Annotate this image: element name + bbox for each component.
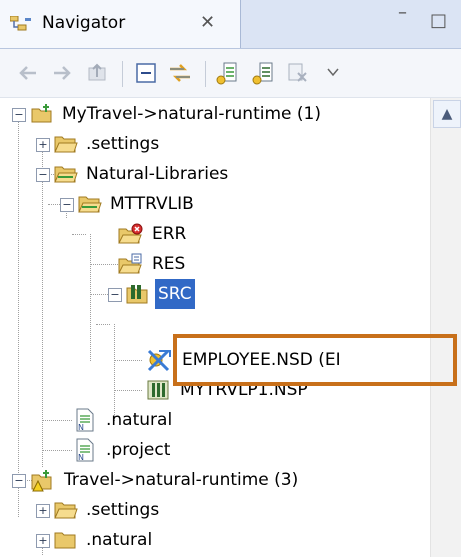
- navigator-icon: [10, 16, 31, 31]
- navigator-view: Navigator ✕ – □ − MyTravel->natural-runt…: [0, 0, 461, 557]
- source-folder-icon: [126, 285, 148, 304]
- tree-item-label: RES: [152, 254, 186, 274]
- tree-item-label: Travel->natural-runtime (3): [64, 470, 299, 490]
- collapse-toggle[interactable]: −: [12, 474, 26, 488]
- tree-item-mytravel-project[interactable]: − MyTravel->natural-runtime (1): [0, 99, 430, 129]
- expand-toggle[interactable]: +: [36, 534, 50, 548]
- tree-item-settings[interactable]: + .settings: [0, 129, 430, 159]
- tree-item-natural-libraries[interactable]: − Natural-Libraries: [0, 159, 430, 189]
- resource-folder-icon: [118, 253, 142, 274]
- svg-text:N: N: [78, 423, 84, 432]
- collapse-toggle[interactable]: −: [12, 108, 26, 122]
- folder-icon: [54, 502, 78, 519]
- tree-item-label: MYTRVLP1.NSP: [180, 380, 308, 400]
- filter-icon[interactable]: [284, 59, 312, 87]
- tree-item-employee-nsd[interactable]: EMPLOYEE.NSD (EI: [0, 345, 430, 375]
- tree-item-mytrvlp1[interactable]: MYTRVLP1.NSP: [0, 375, 430, 405]
- tree-item-label: SRC: [155, 279, 195, 309]
- back-icon[interactable]: [14, 59, 42, 87]
- tree-item-label: ERR: [152, 224, 187, 244]
- tree-item-label: .project: [106, 440, 171, 460]
- view-toolbar: [0, 49, 461, 98]
- minimize-icon[interactable]: –: [398, 2, 407, 23]
- tree-item-label: .settings: [86, 500, 160, 520]
- folder-icon: [54, 532, 76, 549]
- svg-text:N: N: [78, 453, 84, 462]
- program-icon: [147, 380, 169, 400]
- forward-icon[interactable]: [48, 59, 76, 87]
- error-folder-icon: [118, 223, 143, 244]
- new-source-icon[interactable]: [214, 59, 242, 87]
- tree-item-err[interactable]: ERR: [0, 219, 430, 249]
- collapse-toggle[interactable]: −: [60, 198, 74, 212]
- tree-item-label: EMPLOYEE.NSD (EI: [182, 350, 341, 370]
- tree-item-label: MTTRVLIB: [110, 194, 194, 214]
- natural-file-icon: N: [76, 408, 94, 432]
- view-header: Navigator ✕ – □: [0, 0, 461, 49]
- link-with-editor-icon[interactable]: [166, 59, 194, 87]
- collapse-toggle[interactable]: −: [36, 168, 50, 182]
- folder-open-icon: [54, 166, 78, 183]
- maximize-icon[interactable]: □: [430, 10, 447, 31]
- natural-project-icon: [31, 104, 52, 123]
- vertical-scrollbar[interactable]: ▲: [430, 98, 461, 557]
- tree-item-label: .natural: [86, 530, 153, 550]
- tree-item-natural-file[interactable]: N .natural: [0, 405, 430, 435]
- library-folder-icon: [78, 196, 102, 213]
- tree-item-res[interactable]: RES: [0, 249, 430, 279]
- navigator-tab[interactable]: Navigator ✕: [0, 0, 241, 48]
- folder-icon: [54, 136, 78, 153]
- tree-item-travel-project[interactable]: − Travel->natural-runtime (3): [0, 465, 430, 495]
- collapse-toggle[interactable]: −: [108, 288, 122, 302]
- project-warning-icon: [31, 470, 52, 492]
- resource-tree: − MyTravel->natural-runtime (1) + .setti…: [0, 98, 430, 557]
- tree-item-settings[interactable]: + .settings: [0, 495, 430, 525]
- tree-item-mttrvlib[interactable]: − MTTRVLIB: [0, 189, 430, 219]
- up-icon[interactable]: [84, 59, 112, 87]
- tree-item-label: MyTravel->natural-runtime (1): [62, 104, 321, 124]
- tree-item-project-file[interactable]: N .project: [0, 435, 430, 465]
- expand-toggle[interactable]: +: [36, 504, 50, 518]
- data-area-icon: [147, 349, 171, 372]
- new-program-icon[interactable]: [250, 59, 278, 87]
- collapse-all-icon[interactable]: [132, 59, 160, 87]
- natural-file-icon: N: [76, 438, 94, 462]
- view-menu-icon[interactable]: [326, 59, 340, 87]
- scroll-up-arrow-icon[interactable]: ▲: [433, 100, 461, 128]
- tab-title: Navigator: [42, 13, 126, 33]
- tree-item-label: .natural: [106, 410, 173, 430]
- tree-item-label: .settings: [86, 134, 160, 154]
- close-icon[interactable]: ✕: [200, 12, 215, 33]
- tree-item-label: Natural-Libraries: [86, 164, 229, 184]
- expand-toggle[interactable]: +: [36, 138, 50, 152]
- tree-item-partial[interactable]: + .natural: [0, 525, 430, 555]
- tree-item-src[interactable]: − SRC: [0, 279, 430, 309]
